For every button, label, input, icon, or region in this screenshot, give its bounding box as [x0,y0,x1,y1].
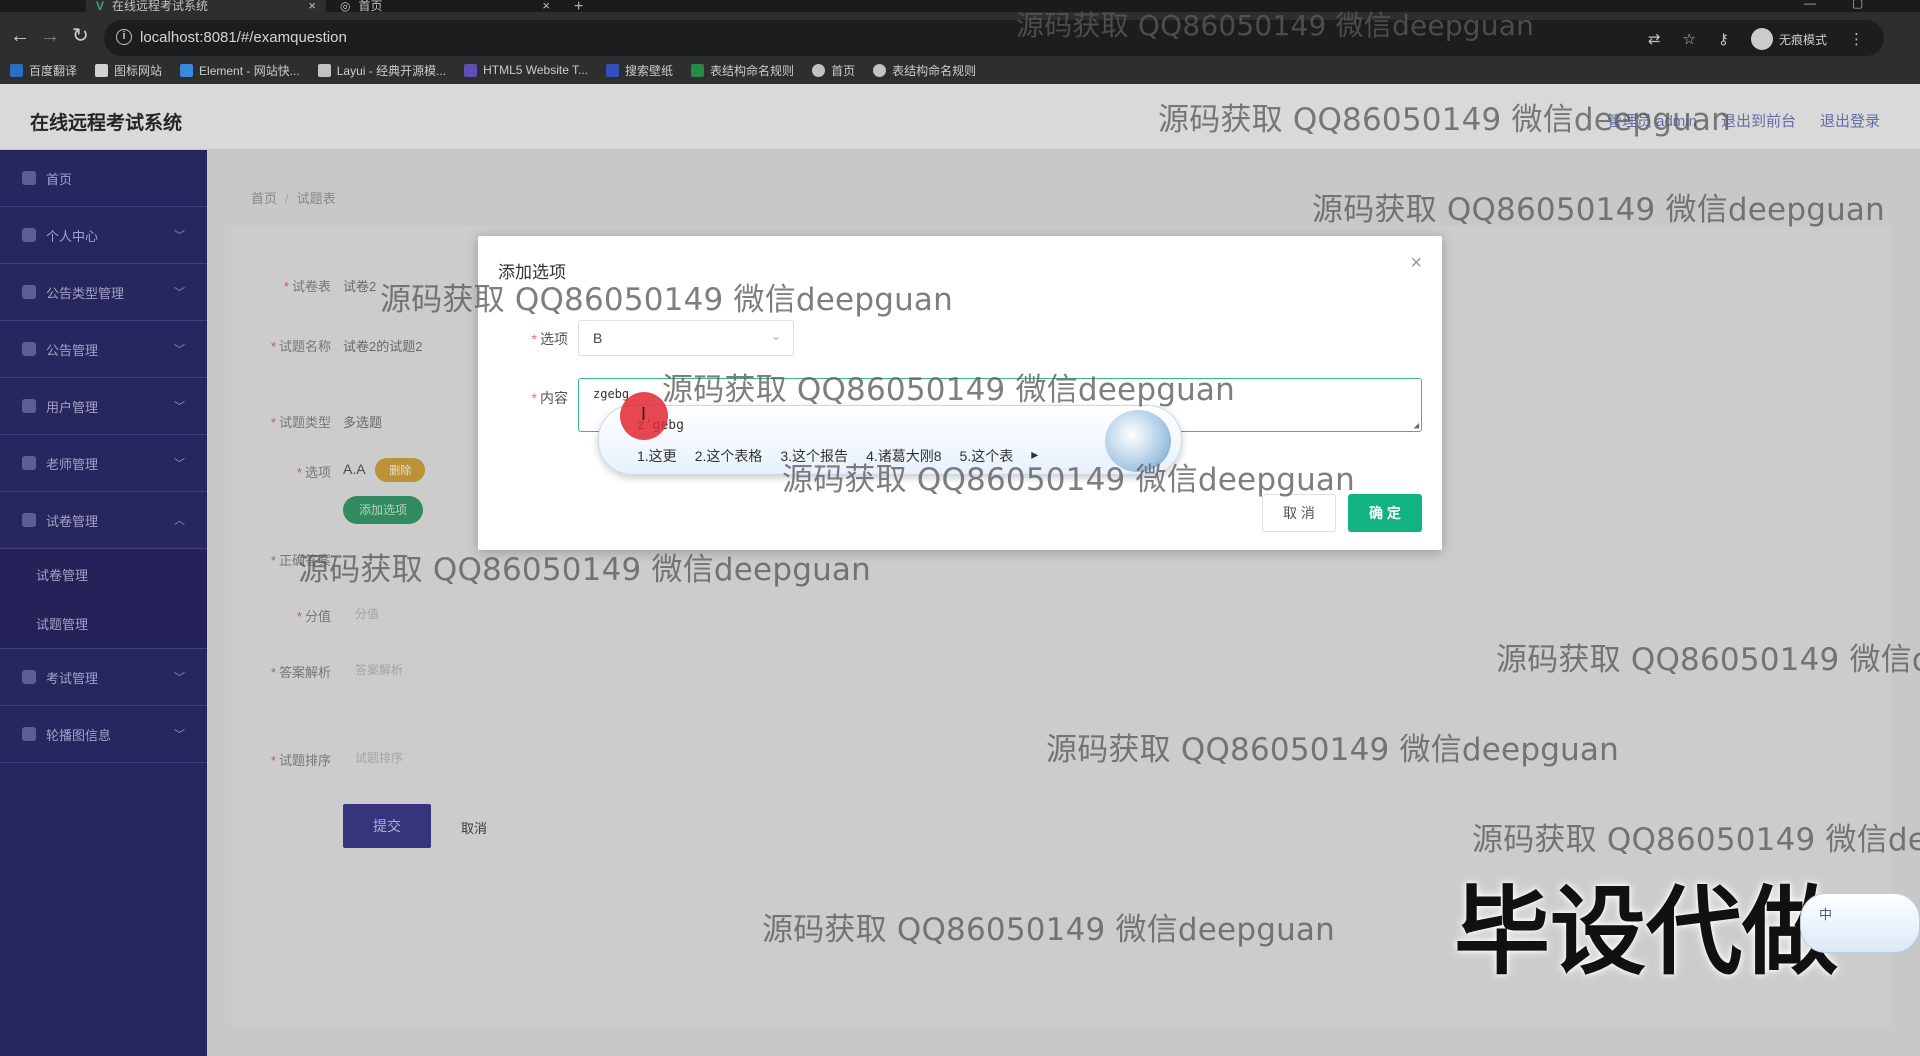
chevron-down-icon: ⌄ [770,329,781,343]
ime-candidate[interactable]: 1.这更 [637,446,677,466]
option-select-value: B [593,330,603,346]
ime-mode-label: 中 [1819,907,1833,922]
watermark-text: 源码获取 QQ86050149 微信deepguan [762,912,1335,948]
watermark-text: 源码获取 QQ86050149 微信deepguan [380,282,953,318]
watermark-text: 源码获取 QQ86050149 微信deepguan [298,552,871,588]
watermark-text: 源码获取 QQ86050149 微信deepguan [1016,9,1535,42]
text-cursor-icon: I [641,404,647,424]
dialog-confirm-button[interactable]: 确 定 [1348,494,1422,532]
option-label: 选项 [540,331,568,347]
watermark-text: 源码获取 QQ86050149 微信deepguan [1158,102,1731,138]
watermark-text: 源码获取 QQ86050149 微信deepguan [782,462,1355,498]
resize-handle-icon[interactable]: ◢ [1414,421,1419,431]
dialog-cancel-button[interactable]: 取 消 [1262,494,1336,532]
ime-status-widget[interactable]: 中 [1800,893,1920,953]
watermark-text: 源码获取 QQ86050149 微信deepguan [1046,732,1619,768]
content-value: zgebg [593,387,630,401]
overlay-caption: 毕设代做 [1454,876,1838,988]
watermark-text: 源码获取 QQ86050149 微信deepguan [1312,192,1885,228]
watermark-text: 源码获取 QQ86050149 微信de [1496,642,1920,678]
watermark-text: 源码获取 QQ86050149 微信deep [1472,822,1920,858]
option-select[interactable]: B ⌄ [578,320,794,356]
close-icon[interactable]: × [1410,252,1422,275]
ime-candidate[interactable]: 2.这个表格 [695,446,763,466]
content-label: 内容 [540,390,568,406]
watermark-text: 源码获取 QQ86050149 微信deepguan [662,372,1235,408]
